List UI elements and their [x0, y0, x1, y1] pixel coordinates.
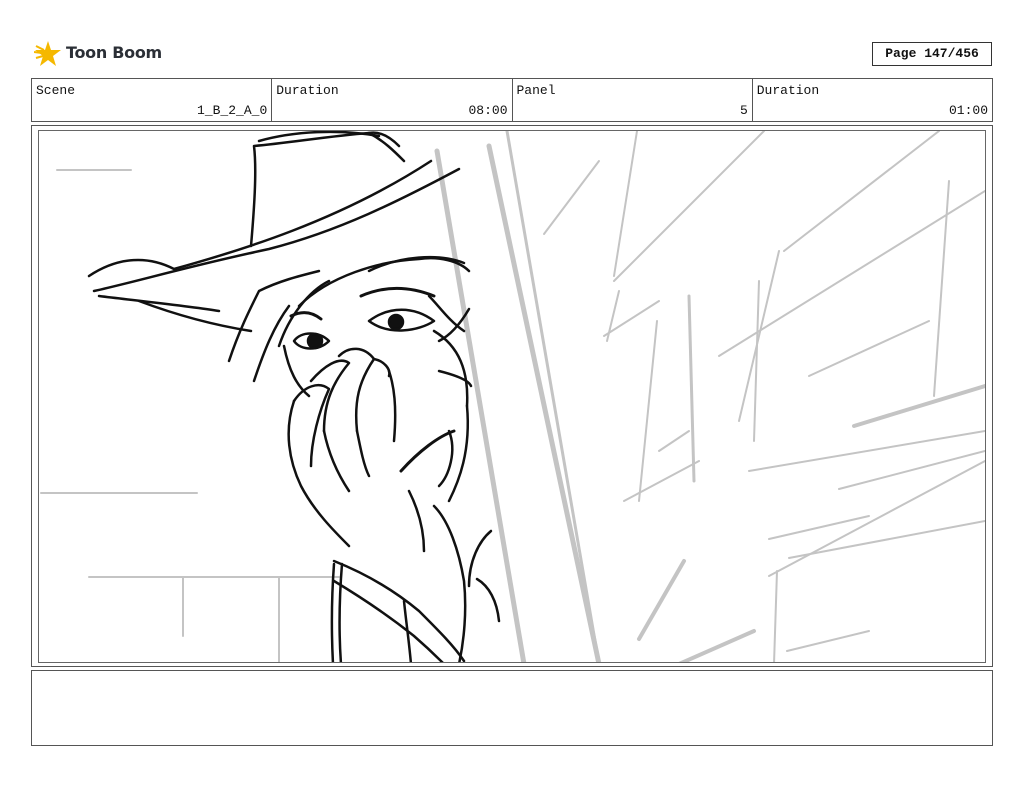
panel-image	[38, 130, 986, 663]
scene-label: Scene	[36, 83, 76, 98]
character-sketch	[87, 131, 501, 662]
panel-label: Panel	[516, 83, 556, 98]
panel-duration-label: Duration	[756, 83, 820, 98]
storyboard-sketch	[40, 131, 985, 662]
page-number: Page 147/456	[872, 42, 992, 66]
scene-value: 1_B_2_A_0	[197, 103, 268, 118]
panel-cell: Panel 5	[513, 79, 753, 121]
logo-text: Toon Boom	[66, 43, 162, 62]
panel-duration-cell: Duration 01:00	[753, 79, 992, 121]
scene-duration-label: Duration	[276, 83, 339, 98]
scene-duration-cell: Duration 08:00	[272, 79, 513, 121]
storyboard-info-row: Scene 1_B_2_A_0 Duration 08:00 Panel 5 D…	[31, 78, 993, 122]
panel-duration-value: 01:00	[948, 103, 988, 118]
logo-star-icon	[33, 41, 61, 66]
scene-cell: Scene 1_B_2_A_0	[32, 79, 273, 121]
panel-notes-box	[31, 670, 993, 746]
toon-boom-logo: Toon Boom	[33, 38, 164, 70]
background-lines	[40, 131, 985, 662]
panel-value: 5	[739, 103, 748, 118]
scene-duration-value: 08:00	[468, 103, 508, 118]
